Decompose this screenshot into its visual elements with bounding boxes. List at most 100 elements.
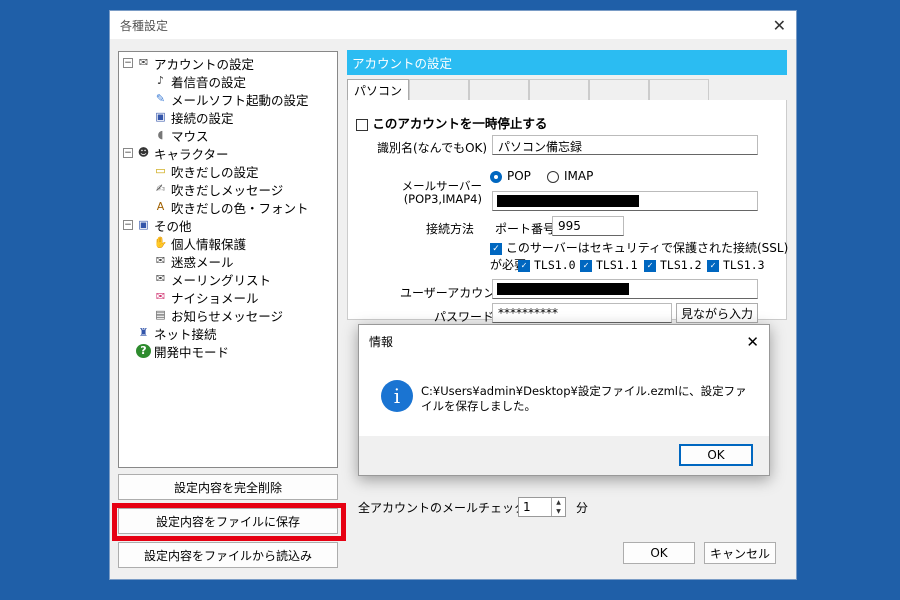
pop-label: POP <box>507 169 531 183</box>
tab-bar: パソコン <box>347 79 787 101</box>
expand-icon[interactable]: − <box>123 148 133 158</box>
port-label: ポート番号 <box>495 222 556 236</box>
tab-blank-5[interactable] <box>649 79 709 101</box>
tree-item-label: 吹きだしの設定 <box>171 164 259 180</box>
imap-option[interactable]: IMAP <box>547 169 593 183</box>
dialog-ok-button[interactable]: OK <box>679 444 753 466</box>
tree-item[interactable]: ✋ 個人情報保護 <box>123 234 333 252</box>
tree-item[interactable]: ▤ お知らせメッセージ <box>123 306 333 324</box>
connection-icon: ▣ <box>155 110 166 123</box>
tls-option[interactable]: ✓ TLS1.3 <box>707 258 765 272</box>
tree-item[interactable]: A 吹きだしの色・フォント <box>123 198 333 216</box>
tree-item-label: メールソフト起動の設定 <box>171 92 309 108</box>
expand-icon[interactable] <box>123 346 133 356</box>
pop-option[interactable]: POP <box>490 169 531 183</box>
tree-item[interactable]: ✍ 吹きだしメッセージ <box>123 180 333 198</box>
spam-icon: ✉ <box>155 254 166 267</box>
dialog-body: i C:¥Users¥admin¥Desktop¥設定ファイル.ezmlに、設定… <box>359 358 769 436</box>
nickname-field[interactable]: パソコン備忘録 <box>492 135 758 155</box>
tree-item[interactable]: ✎ メールソフト起動の設定 <box>123 90 333 108</box>
user-account-field[interactable] <box>492 279 758 299</box>
character-icon: ☻ <box>137 146 150 159</box>
tab-blank-4[interactable] <box>589 79 649 101</box>
other-icon: ▣ <box>138 218 149 231</box>
font-icon: A <box>156 200 165 213</box>
tls-checkbox[interactable]: ✓ <box>580 259 592 272</box>
dialog-close-icon[interactable]: ✕ <box>746 333 759 351</box>
tree-item-label: 吹きだしメッセージ <box>171 182 284 198</box>
tls-option[interactable]: ✓ TLS1.1 <box>580 258 638 272</box>
tab-blank-2[interactable] <box>469 79 529 101</box>
redacted-user <box>497 283 629 295</box>
network-icon: ♜ <box>138 326 149 339</box>
info-dialog: 情報 ✕ i C:¥Users¥admin¥Desktop¥設定ファイル.ezm… <box>358 324 770 476</box>
pause-row[interactable]: このアカウントを一時停止する <box>356 113 547 132</box>
tree-item[interactable]: ✉ メーリングリスト <box>123 270 333 288</box>
tree-item[interactable]: ▣ 接続の設定 <box>123 108 333 126</box>
tree-item[interactable]: ? 開発中モード <box>123 342 333 360</box>
settings-tree[interactable]: − ✉ アカウントの設定 ♪ 着信音の設定 ✎ メールソフト起動の設定 ▣ 接続の設定 ◖ マウス −… <box>118 51 338 468</box>
tree-item[interactable]: − ☻ キャラクター <box>123 144 333 162</box>
show-password-button[interactable]: 見ながら入力 <box>676 303 758 323</box>
tree-item[interactable]: − ▣ その他 <box>123 216 333 234</box>
ok-button[interactable]: OK <box>623 542 695 564</box>
password-label: パスワード <box>434 310 495 324</box>
tls-checkbox[interactable]: ✓ <box>518 259 530 272</box>
tls-checkbox[interactable]: ✓ <box>707 259 719 272</box>
ssl-checkbox[interactable]: ✓ <box>490 242 502 255</box>
delete-all-button[interactable]: 設定内容を完全削除 <box>118 474 338 500</box>
tls-label: TLS1.1 <box>596 258 638 272</box>
tree-item[interactable]: ♜ ネット接続 <box>123 324 333 342</box>
port-field[interactable]: 995 <box>552 216 624 236</box>
panel-header: アカウントの設定 <box>347 50 787 75</box>
password-field[interactable]: ********** <box>492 303 672 323</box>
tree-item[interactable]: ◖ マウス <box>123 126 333 144</box>
tree-item-label: キャラクター <box>154 146 229 162</box>
cancel-button[interactable]: キャンセル <box>704 542 776 564</box>
pause-checkbox[interactable] <box>356 118 368 131</box>
tree-item[interactable]: ♪ 着信音の設定 <box>123 72 333 90</box>
tls-checkbox[interactable]: ✓ <box>644 259 656 272</box>
tree-item[interactable]: ✉ ナイショメール <box>123 288 333 306</box>
pop-radio[interactable] <box>490 170 502 183</box>
tls-label: TLS1.3 <box>723 258 765 272</box>
expand-icon[interactable]: − <box>123 220 133 230</box>
spinner-arrows-icon[interactable]: ▲ ▼ <box>551 498 565 516</box>
dialog-title: 情報 <box>369 335 394 349</box>
tls-option[interactable]: ✓ TLS1.2 <box>644 258 702 272</box>
tab-blank-1[interactable] <box>409 79 469 101</box>
mouse-icon: ◖ <box>157 128 164 141</box>
save-to-file-button[interactable]: 設定内容をファイルに保存 <box>118 508 338 534</box>
tree-item[interactable]: ▭ 吹きだしの設定 <box>123 162 333 180</box>
tab-pc[interactable]: パソコン <box>347 79 409 101</box>
tls-option[interactable]: ✓ TLS1.0 <box>518 258 576 272</box>
secret-mail-icon: ✉ <box>155 290 166 303</box>
mail-launch-icon: ✎ <box>155 92 166 105</box>
account-icon: ✉ <box>138 56 149 69</box>
close-icon[interactable]: ✕ <box>773 16 786 35</box>
balloon-icon: ▭ <box>155 164 166 177</box>
interval-spinner[interactable]: 1 ▲ ▼ <box>518 497 566 517</box>
connection-label: 接続方法 <box>426 222 475 236</box>
interval-unit: 分 <box>576 501 589 515</box>
balloon-message-icon: ✍ <box>155 182 166 195</box>
tree-item[interactable]: ✉ 迷惑メール <box>123 252 333 270</box>
tab-blank-3[interactable] <box>529 79 589 101</box>
load-from-file-button[interactable]: 設定内容をファイルから読込み <box>118 542 338 568</box>
expand-icon[interactable] <box>123 328 133 338</box>
sound-icon: ♪ <box>156 74 165 87</box>
tree-item-label: 開発中モード <box>154 344 230 360</box>
tree-item-label: お知らせメッセージ <box>171 308 284 324</box>
interval-value: 1 <box>523 500 531 514</box>
tree-item-label: 個人情報保護 <box>171 236 247 252</box>
tree-item[interactable]: − ✉ アカウントの設定 <box>123 54 333 72</box>
tree-item-label: 吹きだしの色・フォント <box>171 200 309 216</box>
expand-icon[interactable]: − <box>123 58 133 68</box>
imap-radio[interactable] <box>547 170 559 183</box>
server-label-line2: (POP3,IMAP4) <box>403 192 482 206</box>
tree-item-label: 接続の設定 <box>171 110 234 126</box>
tree-item-label: メーリングリスト <box>171 272 272 288</box>
mail-server-field[interactable] <box>492 191 758 211</box>
dialog-title-bar: 情報 ✕ <box>359 325 769 358</box>
title-bar: 各種設定 ✕ <box>110 11 796 39</box>
